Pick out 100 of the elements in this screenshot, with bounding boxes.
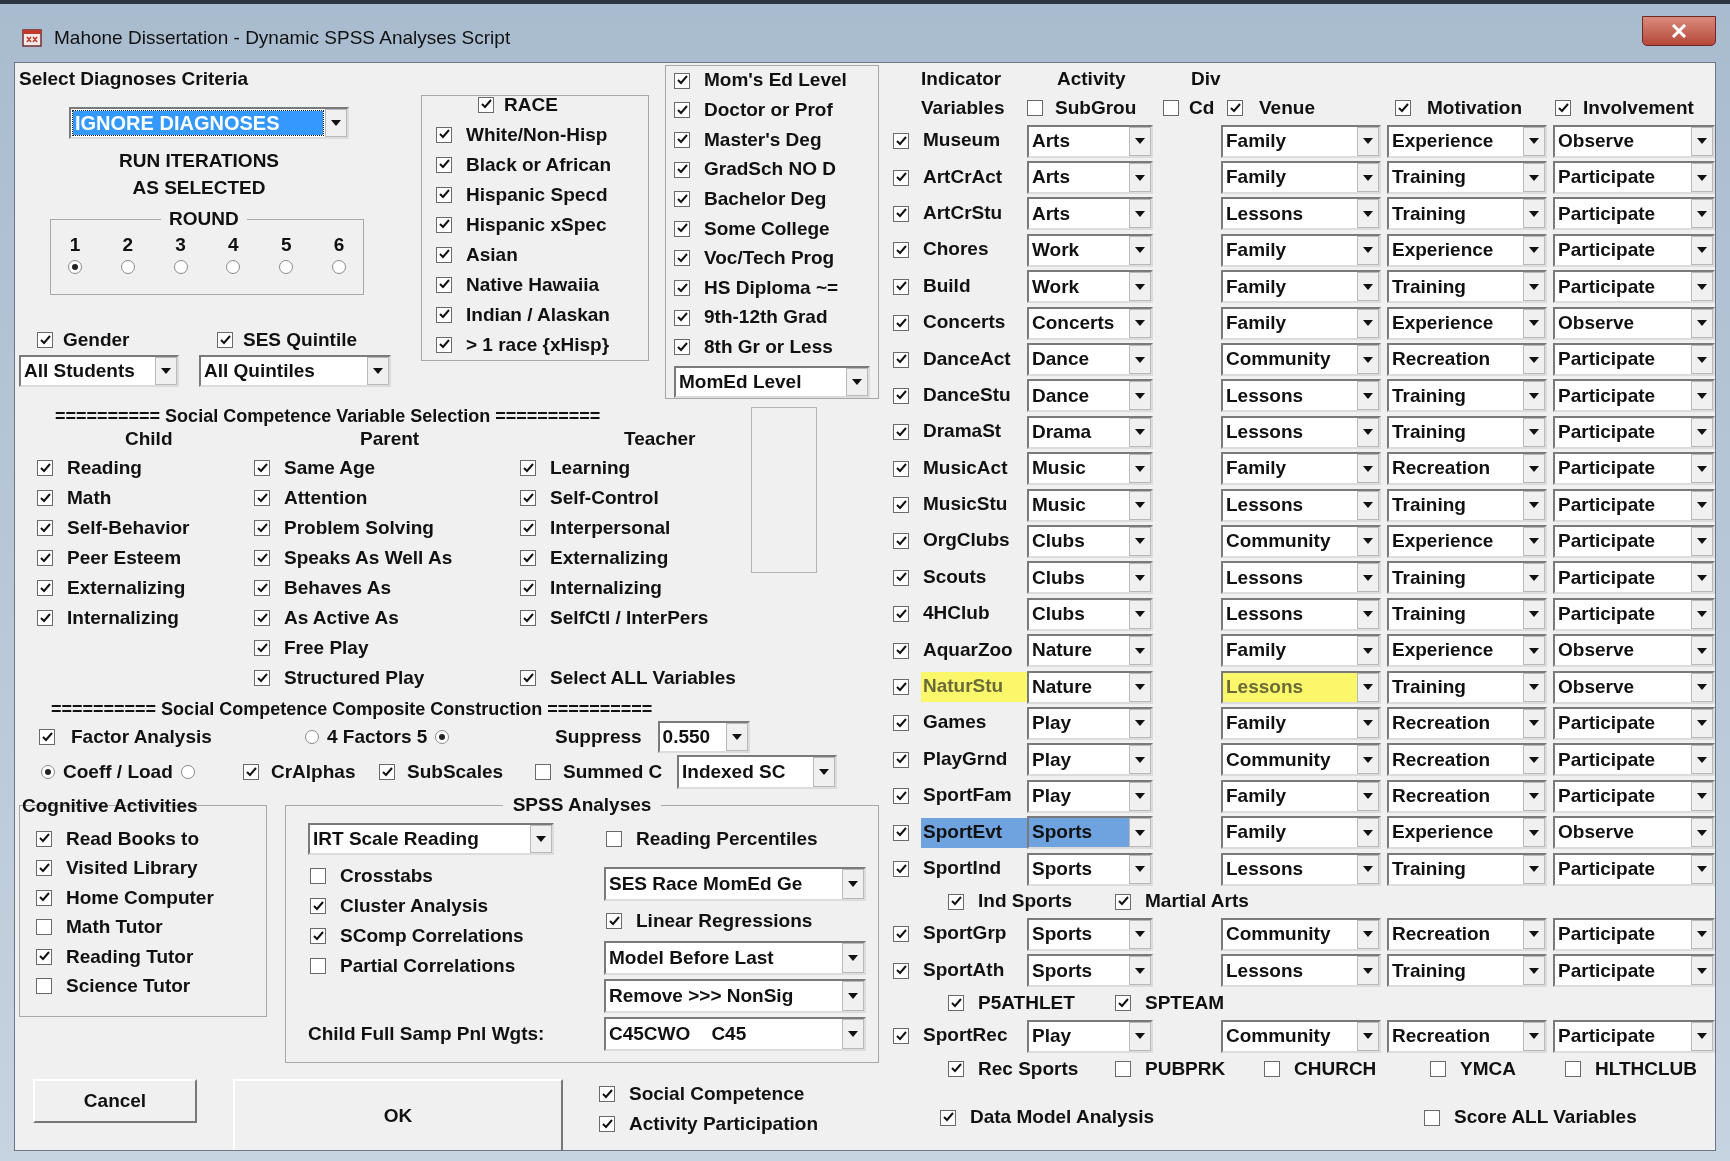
dropdown[interactable]: Music <box>1027 488 1153 522</box>
checkbox[interactable] <box>217 332 233 348</box>
checkbox[interactable] <box>1395 100 1411 116</box>
dropdown[interactable]: Lessons <box>1221 379 1381 413</box>
radio-button[interactable] <box>41 765 55 779</box>
dropdown[interactable]: Community <box>1221 525 1381 558</box>
dropdown[interactable]: Clubs <box>1027 525 1153 558</box>
checkbox[interactable] <box>37 332 53 348</box>
checkbox[interactable] <box>940 1109 956 1126</box>
checkbox[interactable] <box>520 610 536 626</box>
radio-button[interactable] <box>332 260 346 274</box>
checkbox[interactable] <box>893 315 909 332</box>
checkbox[interactable] <box>893 606 909 623</box>
checkbox[interactable] <box>893 387 909 404</box>
radio-button[interactable] <box>180 765 195 779</box>
checkbox[interactable] <box>254 520 270 536</box>
checkbox[interactable] <box>893 751 909 768</box>
checkbox[interactable] <box>37 490 53 506</box>
checkbox[interactable] <box>893 861 909 877</box>
checkbox[interactable] <box>37 550 53 566</box>
dropdown[interactable]: IRT Scale Reading <box>308 823 554 855</box>
checkbox[interactable] <box>893 242 909 259</box>
dropdown[interactable]: Recreation <box>1387 1019 1547 1053</box>
close-button[interactable] <box>1642 16 1716 46</box>
checkbox[interactable] <box>36 860 52 877</box>
checkbox[interactable] <box>1430 1060 1446 1077</box>
checkbox[interactable] <box>436 246 452 263</box>
dropdown[interactable]: Nature <box>1027 634 1153 668</box>
checkbox[interactable] <box>599 1086 615 1102</box>
radio-button[interactable] <box>120 260 135 274</box>
checkbox[interactable] <box>893 642 909 659</box>
radio-button[interactable] <box>305 730 319 744</box>
dropdown[interactable]: Experience <box>1387 306 1547 340</box>
dropdown[interactable]: Participate <box>1553 852 1715 886</box>
checkbox[interactable] <box>674 339 690 356</box>
checkbox[interactable] <box>893 205 909 222</box>
checkbox[interactable] <box>520 580 536 596</box>
dropdown[interactable]: Lessons <box>1221 415 1381 449</box>
checkbox[interactable] <box>674 220 690 237</box>
dropdown[interactable]: Arts <box>1027 161 1153 195</box>
checkbox[interactable] <box>893 824 909 841</box>
dropdown[interactable]: Participate <box>1553 343 1715 377</box>
dropdown[interactable]: Training <box>1387 379 1547 413</box>
checkbox[interactable] <box>436 336 452 353</box>
dropdown[interactable]: Play <box>1027 706 1153 740</box>
checkbox[interactable] <box>520 490 536 506</box>
checkbox[interactable] <box>436 126 452 143</box>
dropdown[interactable]: Lessons <box>1221 954 1381 988</box>
checkbox[interactable] <box>893 169 909 186</box>
dropdown[interactable]: Participate <box>1553 379 1715 413</box>
checkbox[interactable] <box>520 550 536 566</box>
checkbox[interactable] <box>379 764 395 780</box>
checkbox[interactable] <box>893 679 909 696</box>
dropdown[interactable]: Recreation <box>1387 917 1547 951</box>
dropdown[interactable]: Training <box>1387 161 1547 195</box>
dropdown[interactable]: Arts <box>1027 124 1153 158</box>
checkbox[interactable] <box>1115 995 1131 1012</box>
checkbox[interactable] <box>36 919 52 936</box>
dropdown[interactable]: Sports <box>1027 917 1153 951</box>
dropdown[interactable]: Lessons <box>1221 561 1381 595</box>
checkbox[interactable] <box>893 926 909 943</box>
checkbox[interactable] <box>948 995 964 1012</box>
dropdown[interactable]: Family <box>1221 161 1381 195</box>
checkbox[interactable] <box>1115 1060 1131 1077</box>
dropdown[interactable]: Family <box>1221 124 1381 158</box>
dropdown[interactable]: Play <box>1027 1019 1153 1053</box>
checkbox[interactable] <box>520 670 536 686</box>
checkbox[interactable] <box>254 460 270 476</box>
checkbox[interactable] <box>948 893 964 910</box>
checkbox[interactable] <box>674 161 690 178</box>
dropdown[interactable]: Participate <box>1553 197 1715 231</box>
checkbox[interactable] <box>1565 1060 1581 1077</box>
dropdown[interactable]: Participate <box>1553 488 1715 522</box>
dropdown[interactable]: Clubs <box>1027 561 1153 595</box>
checkbox[interactable] <box>893 133 909 150</box>
dropdown[interactable]: Recreation <box>1387 343 1547 377</box>
checkbox[interactable] <box>1424 1109 1440 1126</box>
checkbox[interactable] <box>948 1060 964 1077</box>
dropdown[interactable]: Participate <box>1553 779 1715 813</box>
checkbox[interactable] <box>893 351 909 368</box>
dropdown[interactable]: SES Race MomEd Ge <box>604 867 866 901</box>
checkbox[interactable] <box>674 250 690 267</box>
dropdown[interactable]: Participate <box>1553 415 1715 449</box>
dropdown[interactable]: Participate <box>1553 597 1715 631</box>
dropdown[interactable]: All Quintiles <box>199 355 391 387</box>
dropdown[interactable]: Family <box>1221 634 1381 668</box>
dropdown[interactable]: Sports <box>1027 816 1153 850</box>
dropdown[interactable]: Dance <box>1027 379 1153 413</box>
checkbox[interactable] <box>254 580 270 596</box>
dropdown[interactable]: Experience <box>1387 525 1547 558</box>
dropdown[interactable]: Participate <box>1553 954 1715 988</box>
checkbox[interactable] <box>893 962 909 979</box>
checkbox[interactable] <box>893 460 909 477</box>
checkbox[interactable] <box>310 928 326 944</box>
checkbox[interactable] <box>254 610 270 626</box>
dropdown[interactable]: All Students <box>19 355 179 387</box>
dropdown[interactable]: Family <box>1221 452 1381 486</box>
checkbox[interactable] <box>37 520 53 536</box>
dropdown[interactable]: Dance <box>1027 343 1153 377</box>
dropdown[interactable]: Recreation <box>1387 706 1547 740</box>
